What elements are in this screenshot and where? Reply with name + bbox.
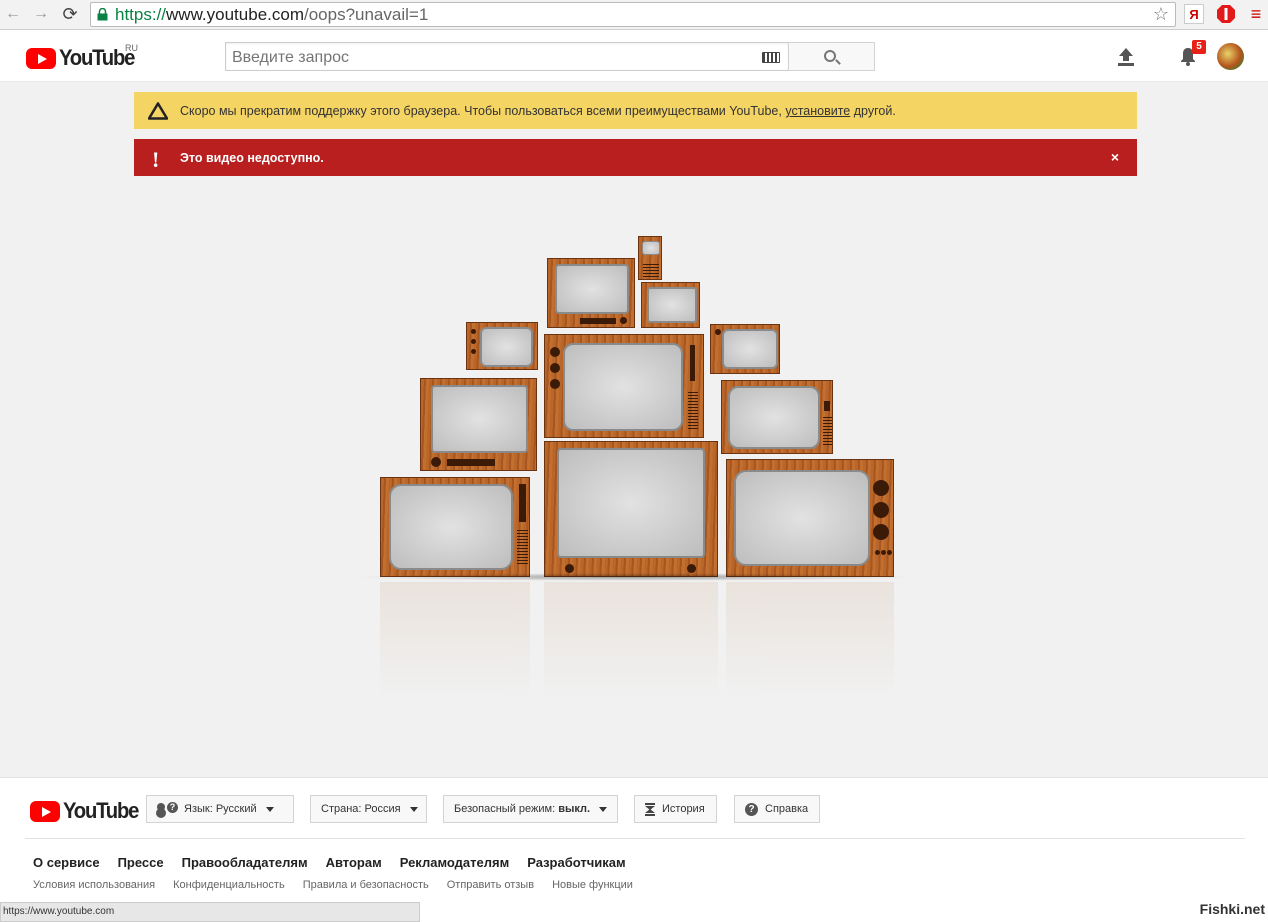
country-label: Страна: [321,803,362,815]
safety-mode-selector[interactable]: Безопасный режим: выкл. [443,795,618,823]
yandex-extension-icon[interactable]: Я [1184,4,1204,24]
warning-triangle-icon [148,102,168,120]
adblock-extension-icon[interactable] [1216,4,1236,24]
lock-icon [97,8,108,21]
language-selector[interactable]: Язык: Русский [146,795,294,823]
upload-icon[interactable] [1117,47,1135,67]
browser-menu-icon[interactable]: ≡ [1246,4,1266,24]
url-text: https://www.youtube.com/oops?unavail=1 [115,5,428,25]
warning-tail: другой. [853,104,896,118]
footer-link-advertise[interactable]: Рекламодателям [400,855,509,870]
footer-link-policy-safety[interactable]: Правила и безопасность [303,879,429,891]
region-label: RU [125,43,138,53]
reload-icon[interactable]: ⟳ [59,4,81,24]
safety-value: выкл. [558,803,591,815]
tv-illustration [420,378,537,471]
search-button[interactable] [788,42,875,71]
bookmark-star-icon[interactable]: ☆ [1153,4,1169,25]
tv-illustration [547,258,635,328]
exclamation-icon: ! [152,147,160,172]
footer-youtube-logo[interactable]: YouTube [30,798,145,824]
language-value: Русский [215,803,257,815]
browser-status-bar: https://www.youtube.com [0,902,420,922]
footer-link-about[interactable]: О сервисе [33,855,100,870]
footer-link-creators[interactable]: Авторам [326,855,382,870]
hourglass-icon [645,802,655,816]
country-selector[interactable]: Страна: Россия [310,795,427,823]
chevron-down-icon [409,806,418,812]
history-button[interactable]: История [634,795,717,823]
chevron-down-icon [265,806,274,812]
watermark: Fishki.net [1199,901,1265,917]
logo-text: YouTube [63,798,139,823]
history-label: История [662,803,705,815]
url-path: /oops?unavail=1 [303,5,429,24]
tv-illustration [641,282,700,328]
footer-primary-links: О сервисе Прессе Правообладателям Автора… [33,855,626,870]
video-unavailable-error: ! Это видео недоступно. × [134,139,1137,176]
tv-illustration [544,441,718,577]
footer-link-privacy[interactable]: Конфиденциальность [173,879,285,891]
install-browser-link[interactable]: установите [785,104,850,118]
search-input[interactable] [232,49,752,67]
footer-secondary-links: Условия использования Конфиденциальность… [33,879,633,891]
forward-icon[interactable]: → [30,4,52,24]
url-host: www.youtube.com [166,5,304,24]
tv-illustration [710,324,780,374]
language-label: Язык: [184,803,213,815]
illustration-shadow [355,573,915,581]
broken-tvs-illustration [350,230,920,710]
youtube-play-icon [30,800,60,822]
footer-link-press[interactable]: Прессе [118,855,164,870]
chevron-down-icon [599,806,608,812]
tv-illustration [721,380,833,454]
tv-illustration [380,477,530,577]
notification-count-badge: 5 [1192,40,1206,54]
tv-illustration [544,334,704,438]
warning-text: Скоро мы прекратим поддержку этого брауз… [180,104,782,118]
error-message: Это видео недоступно. [180,151,324,165]
country-value: Россия [364,803,401,815]
footer-link-developers[interactable]: Разработчикам [527,855,625,870]
url-scheme: https:// [115,5,167,24]
browser-toolbar: ← → ⟳ https://www.youtube.com/oops?unava… [0,0,1268,30]
footer-link-feedback[interactable]: Отправить отзыв [447,879,534,891]
address-bar[interactable]: https://www.youtube.com/oops?unavail=1 ☆ [90,2,1176,27]
avatar[interactable] [1217,43,1244,70]
tv-illustration [638,236,662,280]
close-icon[interactable]: × [1111,149,1119,165]
tv-illustration [726,459,894,577]
illustration-reflection [378,582,898,702]
back-icon[interactable]: ← [2,4,24,24]
youtube-play-icon [26,47,56,69]
search-icon [824,50,836,62]
warning-message: Скоро мы прекратим поддержку этого брауз… [180,104,896,118]
keyboard-icon[interactable] [762,52,780,63]
tv-illustration [466,322,538,370]
footer-link-new-features[interactable]: Новые функции [552,879,633,891]
footer-link-terms[interactable]: Условия использования [33,879,155,891]
footer: YouTube Язык: Русский Страна: Россия Без… [0,777,1268,922]
youtube-logo[interactable]: YouTube [26,45,141,71]
footer-link-copyright[interactable]: Правообладателям [182,855,308,870]
help-label: Справка [765,803,809,815]
language-people-icon [157,802,178,815]
safety-label: Безопасный режим: [454,803,556,815]
masthead: YouTube RU 5 [0,30,1268,82]
logo-text: YouTube [59,45,135,70]
browser-support-warning: Скоро мы прекратим поддержку этого брауз… [134,92,1137,129]
help-icon: ? [745,802,758,816]
help-button[interactable]: ? Справка [734,795,820,823]
search-box [225,42,789,71]
footer-divider [25,838,1245,839]
